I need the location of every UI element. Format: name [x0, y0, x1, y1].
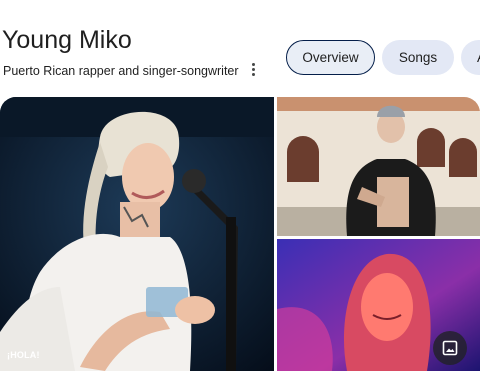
entity-title: Young Miko [2, 26, 132, 54]
image-icon[interactable] [433, 331, 467, 365]
tab-songs[interactable]: Songs [382, 40, 454, 75]
main-photo[interactable] [0, 97, 274, 371]
tab-next[interactable]: A [461, 40, 480, 75]
secondary-photo-top[interactable] [277, 97, 480, 236]
entity-subtitle: Puerto Rican rapper and singer-songwrite… [3, 64, 239, 78]
tab-overview[interactable]: Overview [286, 40, 375, 75]
artist-photo-illustration [277, 97, 480, 236]
performer-photo-illustration [0, 97, 274, 371]
more-vert-icon[interactable] [246, 60, 260, 78]
photo-credit: ¡HOLA! [7, 350, 40, 360]
